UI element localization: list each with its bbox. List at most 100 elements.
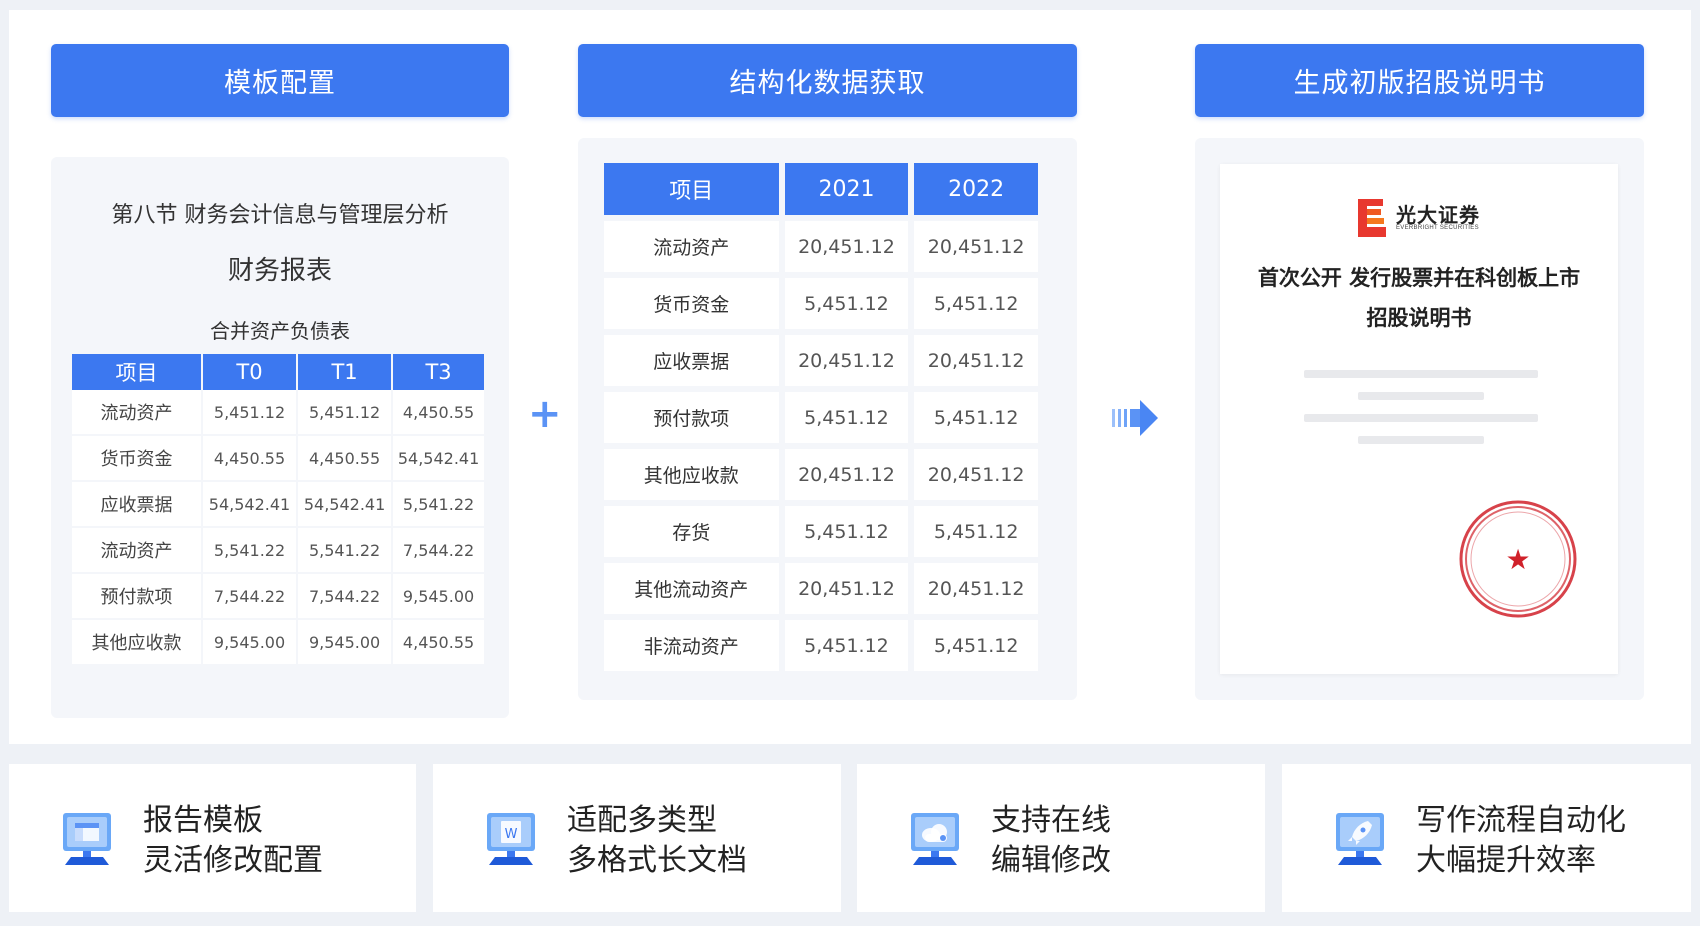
row-label: 预付款项	[72, 574, 203, 620]
cell-value: 5,451.12	[202, 390, 299, 436]
cell-value: 54,542.41	[393, 436, 484, 482]
placeholder-line	[1304, 414, 1538, 422]
row-label: 应收票据	[72, 482, 203, 528]
logo-english-name: EVERBRIGHT SECURITIES	[1396, 225, 1479, 231]
table-row: 流动资产 5,451.12 5,451.12 4,450.55	[72, 390, 484, 436]
row-label: 货币资金	[604, 278, 779, 329]
feature-line-1: 报告模板	[143, 803, 263, 838]
table-row: 货币资金 4,450.55 4,450.55 54,542.41	[72, 436, 484, 482]
arrow-right-icon	[1112, 400, 1158, 436]
seal-star-icon: ★	[1505, 543, 1530, 576]
cell-value: 5,451.12	[784, 620, 909, 671]
feature-card-multiformat[interactable]: W 适配多类型 多格式长文档	[433, 764, 841, 912]
template-monitor-icon	[63, 813, 111, 865]
feature-line-1: 写作流程自动化	[1416, 803, 1626, 838]
cell-value: 5,451.12	[784, 506, 909, 557]
word-document-monitor-icon: W	[487, 813, 535, 865]
cell-value: 4,450.55	[393, 620, 484, 666]
cell-value: 4,450.55	[202, 436, 299, 482]
row-label: 流动资产	[72, 528, 203, 574]
header-template-config[interactable]: 模板配置	[51, 44, 509, 117]
prospectus-panel: 光大证券 EVERBRIGHT SECURITIES 首次公开 发行股票并在科创…	[1195, 138, 1644, 700]
everbright-logo-icon	[1358, 199, 1386, 237]
table-row: 流动资产 5,541.22 5,541.22 7,544.22	[72, 528, 484, 574]
cell-value: 5,541.22	[298, 528, 394, 574]
table-row: 存货 5,451.12 5,451.12	[604, 506, 1038, 557]
table-row: 预付款项 7,544.22 7,544.22 9,545.00	[72, 574, 484, 620]
section-heading: 第八节 财务会计信息与管理层分析	[111, 203, 449, 228]
cell-value: 9,545.00	[202, 620, 299, 666]
header-structured-data[interactable]: 结构化数据获取	[578, 44, 1077, 117]
row-label: 非流动资产	[604, 620, 779, 671]
cell-value: 4,450.55	[393, 390, 484, 436]
cell-value: 9,545.00	[393, 574, 484, 620]
row-label: 其他流动资产	[604, 563, 779, 614]
placeholder-line	[1358, 392, 1484, 400]
template-panel: 第八节 财务会计信息与管理层分析 财务报表 合并资产负债表 项目 T0 T1 T…	[51, 157, 509, 718]
cell-value: 20,451.12	[914, 335, 1038, 386]
cell-value: 5,541.22	[202, 528, 299, 574]
row-label: 应收票据	[604, 335, 779, 386]
cell-value: 20,451.12	[784, 335, 909, 386]
feature-text: 写作流程自动化 大幅提升效率	[1416, 801, 1626, 881]
column-header: T3	[393, 354, 484, 390]
table-row: 应收票据 20,451.12 20,451.12	[604, 335, 1038, 386]
cell-value: 5,451.12	[914, 278, 1038, 329]
document-title: 首次公开 发行股票并在科创板上市	[1257, 265, 1581, 290]
placeholder-line	[1358, 436, 1484, 444]
feature-card-automation[interactable]: 写作流程自动化 大幅提升效率	[1282, 764, 1691, 912]
cell-value: 5,541.22	[393, 482, 484, 528]
row-label: 预付款项	[604, 392, 779, 443]
cell-value: 5,451.12	[784, 392, 909, 443]
cloud-edit-monitor-icon	[911, 813, 959, 865]
rocket-monitor-icon	[1336, 813, 1384, 865]
cell-value: 4,450.55	[298, 436, 394, 482]
feature-line-1: 支持在线	[991, 803, 1111, 838]
row-label: 货币资金	[72, 436, 203, 482]
document-subtitle: 招股说明书	[1366, 305, 1472, 330]
plus-icon: +	[528, 391, 562, 437]
cell-value: 20,451.12	[914, 221, 1038, 272]
cell-value: 5,451.12	[784, 278, 909, 329]
column-header: T1	[298, 354, 394, 390]
cell-value: 20,451.12	[914, 449, 1038, 500]
cell-value: 20,451.12	[784, 563, 909, 614]
feature-line-2: 灵活修改配置	[143, 843, 323, 878]
cell-value: 54,542.41	[298, 482, 394, 528]
cell-value: 5,451.12	[914, 506, 1038, 557]
table-row: 其他应收款 20,451.12 20,451.12	[604, 449, 1038, 500]
statement-title: 财务报表	[227, 256, 332, 286]
column-header: 2022	[914, 163, 1038, 215]
row-label: 其他应收款	[604, 449, 779, 500]
statement-subtitle: 合并资产负债表	[210, 319, 350, 343]
cell-value: 20,451.12	[784, 449, 909, 500]
cell-value: 7,544.22	[202, 574, 299, 620]
row-label: 流动资产	[72, 390, 203, 436]
prospectus-document: 光大证券 EVERBRIGHT SECURITIES 首次公开 发行股票并在科创…	[1220, 164, 1618, 674]
column-header: 项目	[604, 163, 779, 215]
cell-value: 5,451.12	[298, 390, 394, 436]
placeholder-line	[1304, 370, 1538, 378]
everbright-logo: 光大证券 EVERBRIGHT SECURITIES	[1358, 199, 1488, 239]
feature-card-online-edit[interactable]: 支持在线 编辑修改	[857, 764, 1265, 912]
cell-value: 20,451.12	[784, 221, 909, 272]
table-row: 货币资金 5,451.12 5,451.12	[604, 278, 1038, 329]
row-label: 流动资产	[604, 221, 779, 272]
structured-data-table: 项目 2021 2022 流动资产 20,451.12 20,451.12 货币…	[598, 157, 1044, 677]
feature-text: 报告模板 灵活修改配置	[143, 801, 323, 881]
header-generate-prospectus[interactable]: 生成初版招股说明书	[1195, 44, 1644, 117]
red-seal-icon: ★	[1459, 500, 1577, 618]
table-row: 流动资产 20,451.12 20,451.12	[604, 221, 1038, 272]
table-row: 应收票据 54,542.41 54,542.41 5,541.22	[72, 482, 484, 528]
cell-value: 7,544.22	[298, 574, 394, 620]
column-header: 项目	[72, 354, 203, 390]
table-row: 预付款项 5,451.12 5,451.12	[604, 392, 1038, 443]
feature-card-template[interactable]: 报告模板 灵活修改配置	[9, 764, 416, 912]
balance-sheet-table: 项目 T0 T1 T3 流动资产 5,451.12 5,451.12 4,450…	[72, 354, 484, 666]
column-header: T0	[202, 354, 299, 390]
feature-text: 适配多类型 多格式长文档	[567, 801, 747, 881]
cell-value: 5,451.12	[914, 620, 1038, 671]
logo-name: 光大证券	[1396, 203, 1480, 227]
svg-text:W: W	[505, 827, 518, 842]
feature-line-2: 大幅提升效率	[1416, 843, 1596, 878]
